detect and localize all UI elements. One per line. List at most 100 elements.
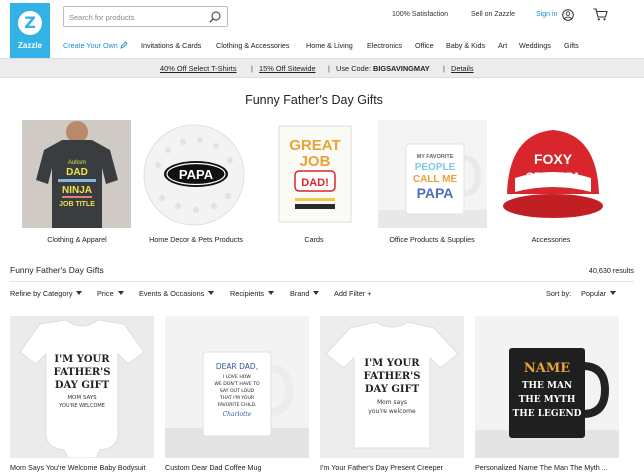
promo-sitewide-link[interactable]: 15% Off Sitewide [259,64,316,73]
nav-gifts[interactable]: Gifts [564,41,579,50]
category-image-office[interactable]: MY FAVORITE PEOPLE CALL ME PAPA [378,120,487,228]
bodysuit-text: DAY GIFT [55,380,110,391]
product-name-bodysuit[interactable]: Mom Says You're Welcome Baby Bodysuit [10,463,160,472]
search-input[interactable] [69,10,204,24]
promo-separator: | [328,64,330,73]
nav-office[interactable]: Office [415,41,434,50]
sort-label: Sort by: [546,289,572,298]
category-image-accessories[interactable]: FOXY GRANDPA [497,120,606,228]
logo-mark: Z [18,11,42,35]
category-label-clothing[interactable]: Clothing & Apparel [17,235,137,244]
product-image-coffee-mug[interactable]: DEAR DAD, I LOVE HOW WE DON'T HAVE TO SA… [165,316,309,458]
nav-invitations-cards[interactable]: Invitations & Cards [141,41,201,50]
product-name-coffee-mug[interactable]: Custom Dear Dad Coffee Mug [165,463,315,472]
results-count: 40,630 results [588,266,634,275]
promo-details-link[interactable]: Details [451,64,474,73]
creeper-text: you're welcome [368,408,416,415]
plus-icon: + [367,289,372,298]
filter-refine-category[interactable]: Refine by Category [10,289,83,298]
creeper-text: FATHER'S [364,371,421,382]
hat-text: FOXY [534,151,573,167]
category-label-home-decor[interactable]: Home Decor & Pets Products [136,235,256,244]
mug-text: CALL ME [413,174,458,185]
pencil-icon [120,41,128,49]
shirt-text: JOB TITLE [59,201,95,208]
bodysuit-text: I'M YOUR [54,354,110,365]
chevron-down-icon [117,291,124,295]
cart-icon[interactable] [593,8,608,21]
sign-in-link[interactable]: Sign in [536,11,557,18]
nav-electronics[interactable]: Electronics [367,41,402,50]
mug-text: I LOVE HOW [223,374,251,380]
nav-create-your-own[interactable]: Create Your Own [63,41,128,50]
category-image-clothing[interactable]: Autism DAD NINJA JOB TITLE [22,120,131,228]
nav-home-living[interactable]: Home & Living [306,41,353,50]
nav-clothing-accessories[interactable]: Clothing & Accessories [216,41,290,50]
mug-text: PEOPLE [415,162,456,173]
nav-weddings[interactable]: Weddings [519,41,551,50]
bodysuit-text: MOM SAYS [67,395,97,401]
mug-text: NAME [524,361,570,376]
mug-text: DEAR DAD, [216,362,258,371]
mug-text: PAPA [417,185,454,201]
promo-code-text: Use Code: BIGSAVINGMAY [336,64,430,73]
satisfaction-link[interactable]: 100% Satisfaction [392,11,448,18]
category-label-office[interactable]: Office Products & Supplies [372,235,492,244]
nav-baby-kids[interactable]: Baby & Kids [446,41,485,50]
product-image-legend-mug[interactable]: NAME THE MAN THE MYTH THE LEGEND [475,316,619,458]
chevron-down-icon [313,291,320,295]
product-image-creeper[interactable]: I'M YOUR FATHER'S DAY GIFT Mom says you'… [320,316,464,458]
product-image-bodysuit[interactable]: I'M YOUR FATHER'S DAY GIFT MOM SAYS YOU'… [10,316,154,458]
nav-art[interactable]: Art [498,41,507,50]
mug-text: THAT I'M YOUR [219,395,255,401]
category-image-cards[interactable]: GREAT JOB DAD! [259,120,368,228]
mug-text: FAVORITE CHILD. [217,402,256,408]
filter-brand[interactable]: Brand [290,289,320,298]
mug-text: MY FAVORITE [417,154,454,160]
sort-dropdown[interactable]: Popular [581,289,617,298]
filter-recipients[interactable]: Recipients [230,289,275,298]
mug-text: WE DON'T HAVE TO [214,381,260,387]
card-text: DAD! [301,177,329,189]
site-header: Z Zazzle 100% Satisfaction Sell on Zazzl… [0,0,644,59]
chevron-down-icon [208,291,215,295]
creeper-text: Mom says [377,399,407,406]
chevron-down-icon [610,291,617,295]
user-icon[interactable] [562,9,574,21]
sell-on-zazzle-link[interactable]: Sell on Zazzle [471,11,515,18]
filter-events-occasions[interactable]: Events & Occasions [139,289,215,298]
category-image-home-decor[interactable]: PAPA [138,120,247,228]
shirt-text: NINJA [62,185,92,196]
bodysuit-text: FATHER'S [54,367,111,378]
product-name-legend-mug[interactable]: Personalized Name The Man The Myth ... [475,463,625,472]
results-section-title: Funny Father's Day Gifts [10,265,104,275]
mug-text: THE LEGEND [513,409,582,419]
divider [10,281,634,282]
bodysuit-text: YOU'RE WELCOME [58,403,105,409]
mug-text: SAY OUT LOUD [220,388,255,394]
shirt-text: DAD [66,167,88,178]
category-label-cards[interactable]: Cards [254,235,374,244]
promo-code: BIGSAVINGMAY [372,64,430,73]
chevron-down-icon [268,291,275,295]
promo-tshirts-link[interactable]: 40% Off Select T-Shirts [160,64,237,73]
search-box[interactable] [63,6,228,27]
creeper-text: I'M YOUR [364,358,420,369]
mug-text: THE MAN [522,381,572,391]
mug-text: THE MYTH [519,395,576,405]
card-text: GREAT [289,137,340,154]
mug-text: Charlotte [223,411,252,418]
card-text: JOB [300,153,331,170]
zazzle-logo[interactable]: Z Zazzle [10,3,50,59]
filter-price[interactable]: Price [97,289,124,298]
promo-bar: 40% Off Select T-Shirts | 15% Off Sitewi… [0,58,644,78]
add-filter-button[interactable]: Add Filter + [334,289,372,298]
category-label-accessories[interactable]: Accessories [491,235,611,244]
page-title: Funny Father's Day Gifts [245,93,383,107]
ball-text: PAPA [179,167,214,182]
hat-text: GRANDPA [526,171,581,183]
promo-separator: | [251,64,253,73]
search-icon[interactable] [208,10,222,24]
product-name-creeper[interactable]: I'm Your Father's Day Present Creeper [320,463,470,472]
logo-wordmark: Zazzle [17,41,42,50]
